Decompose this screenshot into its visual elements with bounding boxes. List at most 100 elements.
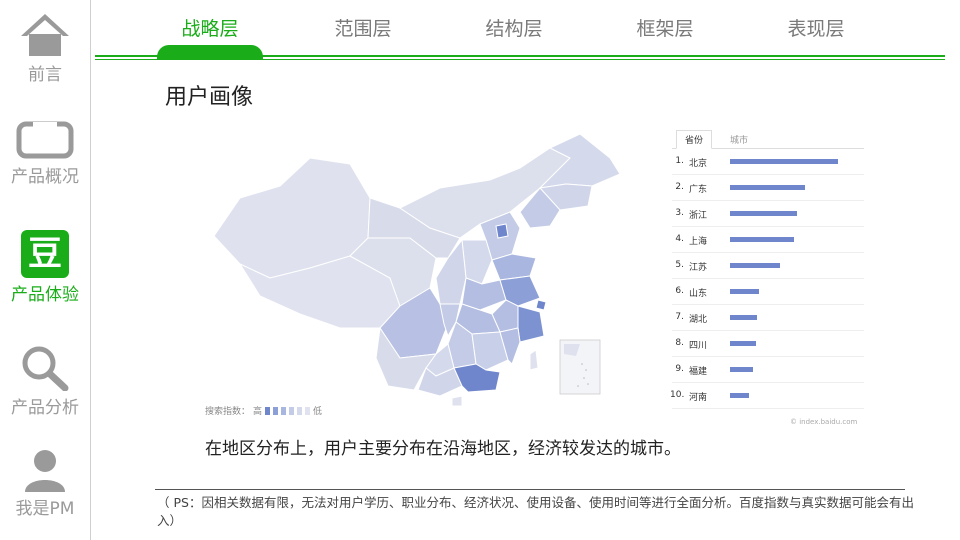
sidebar-item-label: 我是PM: [15, 499, 75, 519]
row-separator: [672, 330, 864, 331]
ranking-row: 6. 山东: [664, 286, 864, 300]
legend-swatch: [289, 406, 295, 415]
rank-number: 2.: [675, 182, 684, 192]
legend-high: 高: [253, 407, 263, 417]
region-hainan: [451, 395, 463, 407]
rank-number: 6.: [675, 286, 684, 296]
home-icon: [21, 14, 69, 56]
header-divider-thin: [95, 59, 945, 60]
tablet-icon: [16, 121, 74, 159]
ranking-row: 4. 上海: [664, 234, 864, 248]
note-divider: [155, 489, 905, 490]
region-zhejiang: [517, 305, 545, 343]
ranking-row: 9. 福建: [664, 364, 864, 378]
douban-icon: 豆: [21, 230, 69, 278]
region-guangdong: [453, 363, 501, 393]
region-name: 上海: [689, 237, 708, 247]
legend-swatch: [305, 406, 311, 415]
rank-bar: [730, 211, 797, 216]
rank-number: 5.: [675, 260, 684, 270]
tab-structure[interactable]: 结构层: [459, 14, 569, 41]
rank-number: 1.: [675, 156, 684, 166]
rank-bar: [730, 341, 756, 346]
rank-number: 3.: [675, 208, 684, 218]
rank-bar: [730, 237, 794, 242]
region-name: 浙江: [689, 211, 708, 221]
region-name: 四川: [689, 341, 708, 351]
ranking-row: 3. 浙江: [664, 208, 864, 222]
ranking-tabs: 省份 城市: [672, 130, 864, 149]
section-title: 用户画像: [165, 85, 254, 110]
row-separator: [672, 408, 864, 409]
region-shanxi: [461, 239, 493, 285]
region-name: 广东: [689, 185, 708, 195]
rank-number: 10.: [670, 390, 685, 400]
sidebar-item-experience[interactable]: 豆 产品体验: [0, 230, 90, 305]
summary-text: 在地区分布上，用户主要分布在沿海地区，经济较发达的城市。: [205, 439, 681, 459]
rank-number: 9.: [675, 364, 684, 374]
sidebar-item-label: 产品概况: [11, 167, 79, 187]
row-separator: [672, 278, 864, 279]
legend-swatch: [281, 406, 287, 415]
ps-note: （ PS：因相关数据有限，无法对用户学历、职业分布、经济状况、使用设备、使用时间…: [157, 495, 914, 528]
tab-surface[interactable]: 表现层: [761, 14, 871, 41]
row-separator: [672, 174, 864, 175]
header-divider: [95, 55, 945, 57]
region-name: 北京: [689, 159, 708, 169]
region-name: 河南: [689, 393, 708, 403]
legend-swatch: [265, 406, 271, 415]
ranking-row: 2. 广东: [664, 182, 864, 196]
ranking-row: 10. 河南: [664, 390, 864, 404]
ranking-row: 1. 北京: [664, 156, 864, 170]
sidebar-item-overview[interactable]: 产品概况: [0, 120, 90, 187]
legend-swatch: [273, 406, 279, 415]
rank-bar: [730, 315, 757, 320]
rank-bar: [730, 367, 753, 372]
ranking-row: 8. 四川: [664, 338, 864, 352]
map-legend: 搜索指数： 高 低: [205, 404, 322, 417]
tab-province[interactable]: 省份: [676, 130, 713, 149]
sidebar-item-preface[interactable]: 前言: [0, 12, 90, 85]
region-henan: [461, 277, 507, 311]
ranking-row: 5. 江苏: [664, 260, 864, 274]
rank-number: 7.: [675, 312, 684, 322]
row-separator: [672, 382, 864, 383]
row-separator: [672, 200, 864, 201]
china-heat-map: [213, 133, 621, 407]
sidebar-item-label: 产品体验: [11, 285, 79, 305]
sidebar-item-pm[interactable]: 我是PM: [0, 448, 90, 519]
rank-bar: [730, 263, 780, 268]
rank-bar: [730, 185, 805, 190]
region-ranking-panel: 省份 城市 1. 北京 2. 广东 3. 浙江 4. 上海 5. 江苏 6. 山东 7. 湖北 8. 四川 9.…: [664, 128, 864, 428]
source-watermark: © index.baidu.com: [790, 418, 858, 426]
user-icon: [25, 450, 65, 492]
tab-scope[interactable]: 范围层: [308, 14, 418, 41]
tab-skeleton[interactable]: 框架层: [610, 14, 720, 41]
region-taiwan: [529, 349, 539, 371]
region-name: 湖北: [689, 315, 708, 325]
search-icon: [22, 346, 69, 391]
sidebar: 前言 产品概况 豆 产品体验 产品分析 我是PM: [0, 0, 91, 540]
row-separator: [672, 226, 864, 227]
region-name: 江苏: [689, 263, 708, 273]
region-name: 山东: [689, 289, 708, 299]
sidebar-item-analysis[interactable]: 产品分析: [0, 343, 90, 418]
row-separator: [672, 304, 864, 305]
tab-city[interactable]: 城市: [730, 133, 748, 146]
rank-bar: [730, 289, 759, 294]
ranking-row: 7. 湖北: [664, 312, 864, 326]
rank-number: 4.: [675, 234, 684, 244]
row-separator: [672, 252, 864, 253]
region-beijing: [495, 223, 509, 239]
row-separator: [672, 356, 864, 357]
rank-number: 8.: [675, 338, 684, 348]
legend-low: 低: [313, 407, 323, 417]
legend-label: 搜索指数：: [205, 407, 251, 417]
tab-strategy[interactable]: 战略层: [155, 14, 265, 41]
legend-swatch: [297, 406, 303, 415]
region-name: 福建: [689, 367, 708, 377]
rank-bar: [730, 393, 749, 398]
sidebar-item-label: 前言: [28, 65, 62, 85]
sidebar-item-label: 产品分析: [11, 398, 79, 418]
rank-bar: [730, 159, 838, 164]
